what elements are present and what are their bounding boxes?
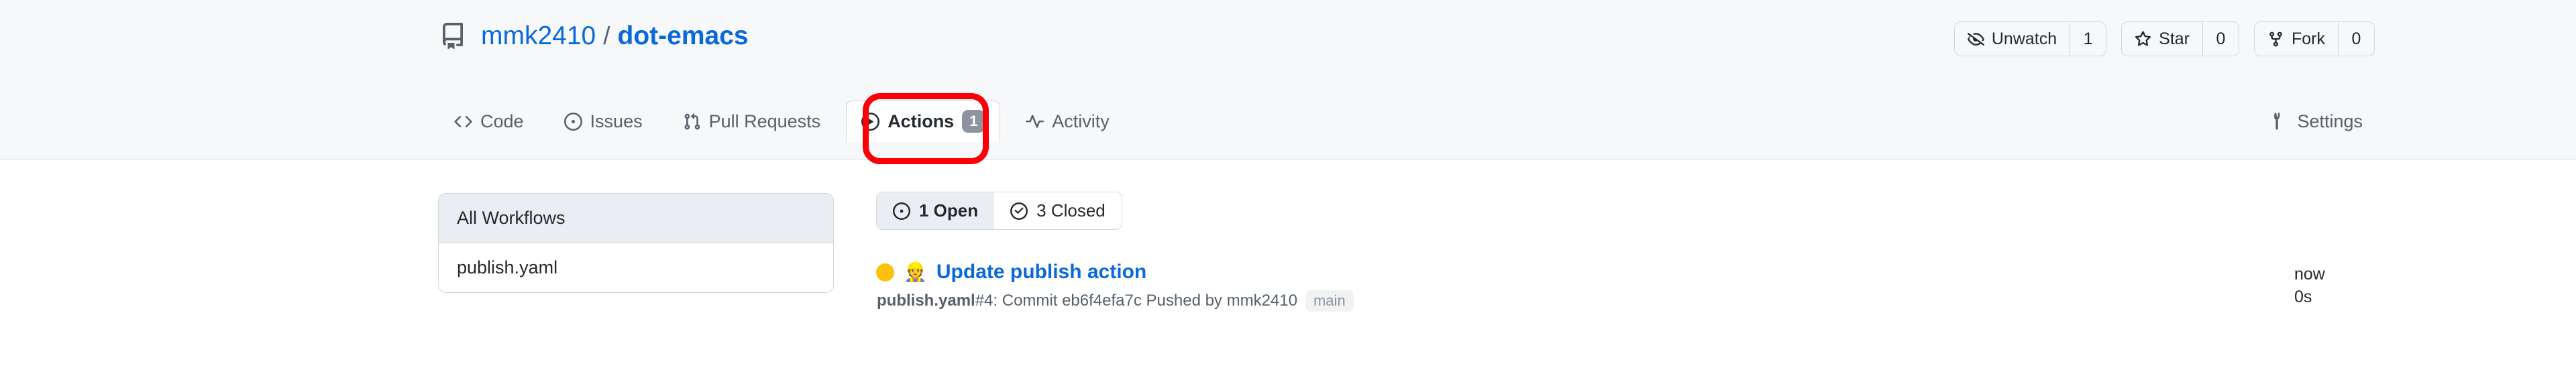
sidebar-item-all-workflows[interactable]: All Workflows bbox=[439, 194, 833, 243]
sidebar-item-publish-yaml[interactable]: publish.yaml bbox=[439, 243, 833, 292]
run-status-indicator-in-progress bbox=[876, 263, 894, 281]
run-meta-detail: Commit eb6f4efa7c Pushed by mmk2410 bbox=[1002, 292, 1297, 310]
code-icon bbox=[454, 113, 472, 131]
star-label: Star bbox=[2159, 29, 2190, 48]
run-relative-time: now bbox=[2294, 265, 2325, 283]
workflow-run-row: 👷 Update publish action publish.yaml#4: … bbox=[876, 261, 2375, 318]
tab-actions-label: Actions bbox=[888, 111, 955, 131]
pulse-icon bbox=[1026, 113, 1044, 131]
gear-wrench-icon bbox=[2270, 112, 2288, 131]
tab-issues-label: Issues bbox=[590, 111, 643, 131]
repo-name-link[interactable]: dot-emacs bbox=[618, 21, 749, 52]
run-branch-badge[interactable]: main bbox=[1305, 290, 1354, 312]
star-icon bbox=[2135, 30, 2151, 48]
fork-button[interactable]: Fork bbox=[2255, 22, 2338, 56]
tab-actions-counter: 1 bbox=[962, 110, 985, 133]
repo-nav-tabs: Code Issues Pull Requests Actions 1 Acti… bbox=[439, 101, 1135, 142]
unwatch-label: Unwatch bbox=[1991, 29, 2057, 48]
run-workflow-name: publish.yaml bbox=[877, 292, 975, 310]
workflow-runs-list: 👷 Update publish action publish.yaml#4: … bbox=[876, 261, 2375, 318]
run-title-link[interactable]: Update publish action bbox=[936, 261, 1146, 283]
repo-owner-link[interactable]: mmk2410 bbox=[481, 21, 596, 52]
repo-forked-icon bbox=[2267, 31, 2284, 48]
run-duration: 0s bbox=[2294, 288, 2312, 306]
run-metadata: publish.yaml#4: Commit eb6f4efa7c Pushed… bbox=[877, 290, 1354, 312]
filter-closed-runs-label: 3 Closed bbox=[1036, 200, 1106, 220]
run-meta-text: publish.yaml#4: Commit eb6f4efa7c Pushed… bbox=[877, 292, 1297, 310]
unwatch-button[interactable]: Unwatch bbox=[1954, 22, 2070, 56]
issue-opened-icon bbox=[893, 202, 910, 220]
unwatch-button-group: Unwatch 1 bbox=[1953, 21, 2107, 56]
repo-action-buttons: Unwatch 1 Star 0 Fork 0 bbox=[1953, 21, 2375, 56]
workflow-runs-main: 1 Open 3 Closed 👷 Update publish action bbox=[876, 192, 2375, 318]
fork-button-group: Fork 0 bbox=[2254, 21, 2375, 56]
construction-worker-emoji: 👷 bbox=[904, 261, 927, 282]
run-meta-separator: : bbox=[993, 292, 1002, 310]
play-icon bbox=[861, 112, 880, 131]
filter-open-runs-label: 1 Open bbox=[919, 200, 979, 220]
run-status-filter-group: 1 Open 3 Closed bbox=[876, 192, 1122, 230]
run-details: 👷 Update publish action publish.yaml#4: … bbox=[876, 261, 1354, 312]
unwatch-count[interactable]: 1 bbox=[2070, 22, 2106, 56]
git-pull-request-icon bbox=[683, 113, 701, 131]
tab-settings[interactable]: Settings bbox=[2258, 101, 2375, 142]
tab-code[interactable]: Code bbox=[439, 101, 539, 142]
run-timing: now 0s bbox=[2294, 261, 2375, 308]
star-button[interactable]: Star bbox=[2122, 22, 2202, 56]
fork-label: Fork bbox=[2292, 29, 2325, 48]
star-button-group: Star 0 bbox=[2121, 21, 2239, 56]
filter-closed-runs[interactable]: 3 Closed bbox=[994, 192, 1122, 229]
run-title-line: 👷 Update publish action bbox=[876, 261, 1354, 283]
star-count[interactable]: 0 bbox=[2202, 22, 2239, 56]
filter-open-runs[interactable]: 1 Open bbox=[877, 192, 995, 229]
repo-path-separator: / bbox=[603, 22, 610, 50]
issue-opened-icon bbox=[564, 112, 582, 131]
tab-activity-label: Activity bbox=[1052, 111, 1110, 131]
sidebar-item-publish-yaml-label: publish.yaml bbox=[457, 257, 558, 277]
tab-code-label: Code bbox=[480, 111, 524, 131]
workflow-sidebar: All Workflows publish.yaml bbox=[438, 193, 834, 293]
tab-actions[interactable]: Actions 1 bbox=[846, 101, 1001, 142]
fork-count[interactable]: 0 bbox=[2338, 22, 2374, 56]
eye-closed-icon bbox=[1967, 31, 1984, 48]
repo-title: mmk2410 / dot-emacs bbox=[439, 19, 749, 54]
tab-issues[interactable]: Issues bbox=[549, 101, 657, 142]
sidebar-item-all-workflows-label: All Workflows bbox=[457, 208, 566, 228]
tab-activity[interactable]: Activity bbox=[1011, 101, 1124, 142]
check-circle-icon bbox=[1010, 202, 1028, 220]
tab-settings-label: Settings bbox=[2297, 111, 2363, 131]
repo-header: mmk2410 / dot-emacs Unwatch 1 Star 0 For… bbox=[0, 0, 2576, 164]
github-actions-page: mmk2410 / dot-emacs Unwatch 1 Star 0 For… bbox=[0, 0, 2576, 380]
repo-book-icon bbox=[439, 23, 481, 50]
tab-pull-requests[interactable]: Pull Requests bbox=[668, 101, 836, 142]
run-number: #4 bbox=[975, 292, 994, 310]
repo-breadcrumb: mmk2410 / dot-emacs bbox=[481, 21, 749, 52]
tab-pull-requests-label: Pull Requests bbox=[708, 111, 821, 131]
